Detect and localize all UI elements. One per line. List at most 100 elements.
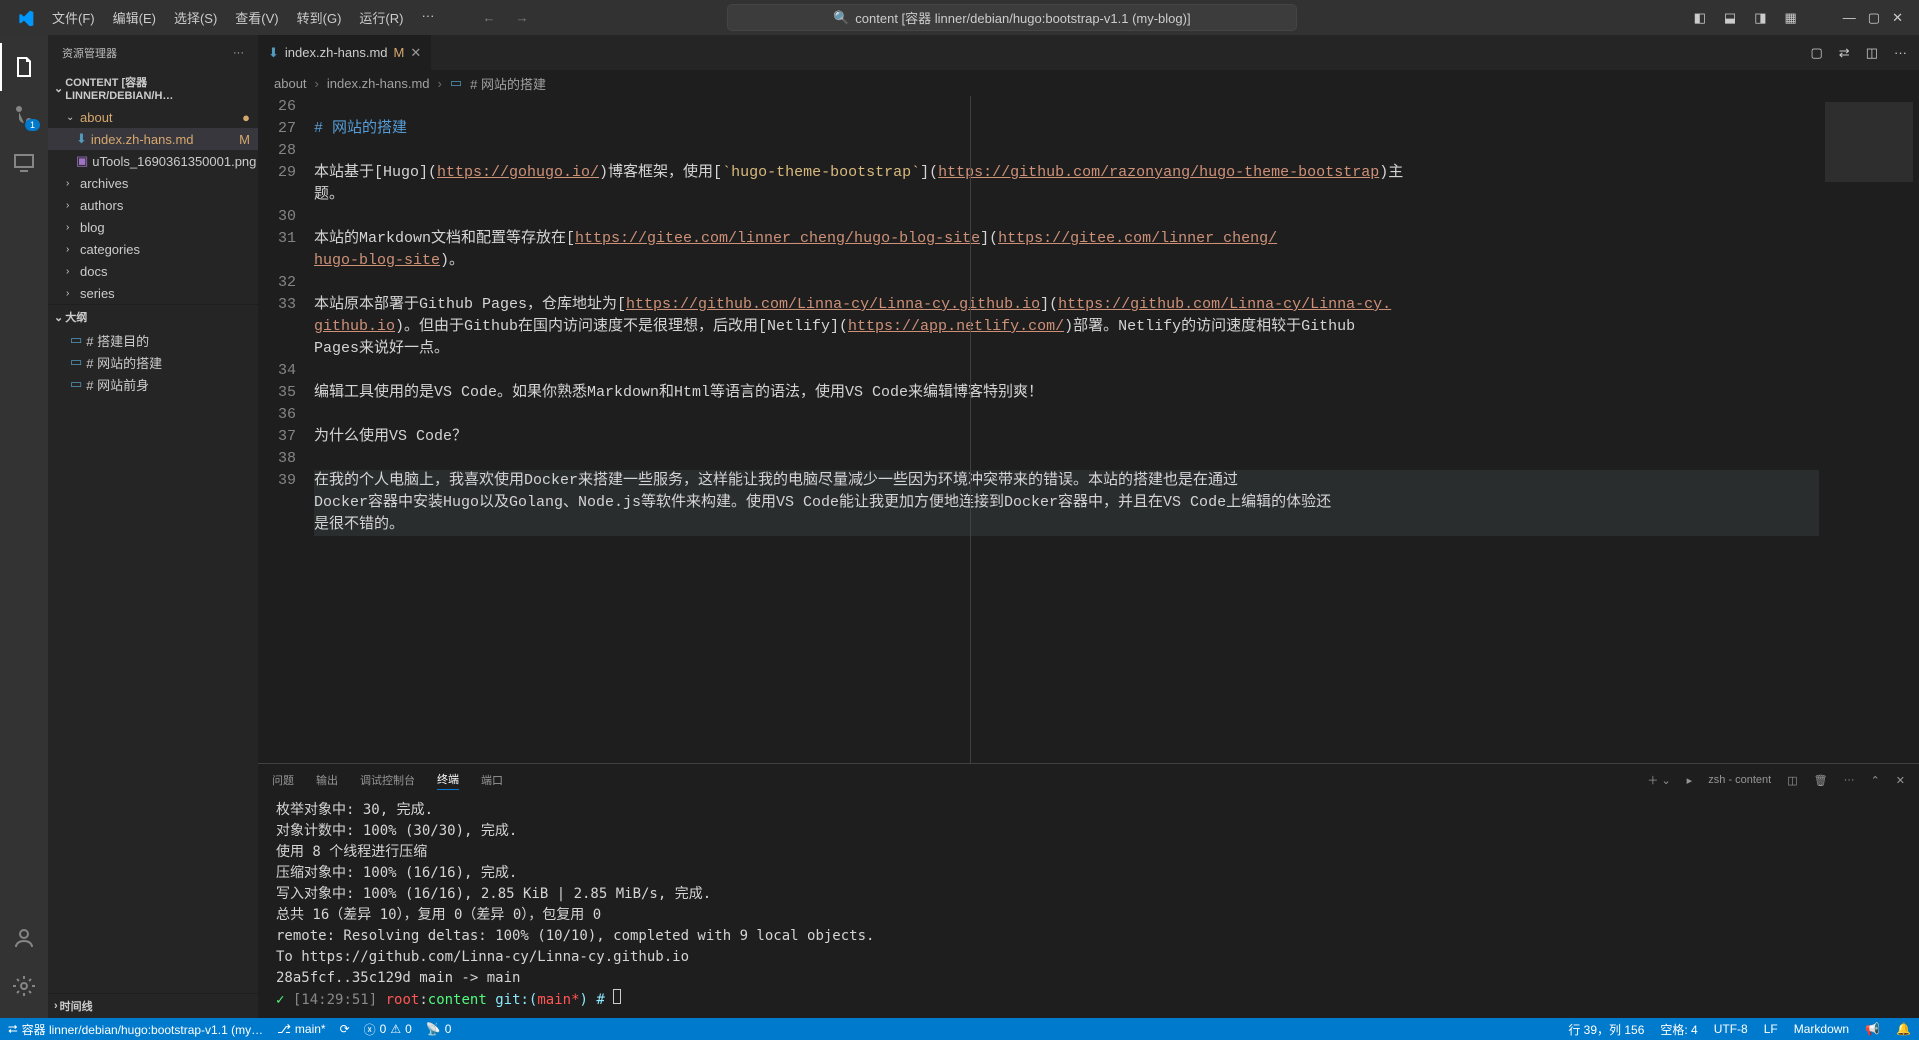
terminal-label[interactable]: zsh - content <box>1708 774 1771 786</box>
file-tree: ⌄ about ● ⬇ index.zh-hans.md M ▣ uTools_… <box>48 106 258 304</box>
project-name: CONTENT [容器 LINNER/DEBIAN/H… <box>65 74 252 102</box>
nav-back-icon[interactable]: ← <box>482 10 495 25</box>
open-preview-icon[interactable]: ▢ <box>1811 45 1823 61</box>
chevron-right-icon: › <box>66 200 76 211</box>
terminal-profile-icon[interactable]: ▸ <box>1687 774 1693 787</box>
folder-label: docs <box>80 264 250 279</box>
menu-run[interactable]: 运行(R) <box>351 4 411 31</box>
folder-about[interactable]: ⌄ about ● <box>48 106 258 128</box>
minimap[interactable] <box>1819 96 1919 763</box>
editor-ruler <box>970 96 971 763</box>
menu-more[interactable]: ··· <box>413 4 442 31</box>
panel-tab-output[interactable]: 输出 <box>316 772 338 788</box>
status-ports[interactable]: 📡0 <box>426 1022 452 1036</box>
file-label: uTools_1690361350001.png <box>92 154 256 169</box>
folder-blog[interactable]: ›blog <box>48 216 258 238</box>
menu-select[interactable]: 选择(S) <box>166 4 225 31</box>
status-branch[interactable]: ⎇main* <box>277 1022 326 1036</box>
heading-icon: ▭ <box>70 332 82 348</box>
status-encoding[interactable]: UTF-8 <box>1714 1021 1748 1038</box>
panel-tab-ports[interactable]: 端口 <box>481 772 503 788</box>
panel-tab-debug[interactable]: 调试控制台 <box>360 772 415 788</box>
window-maximize-icon[interactable]: ▢ <box>1868 10 1880 26</box>
folder-series[interactable]: ›series <box>48 282 258 304</box>
chevron-right-icon: › <box>66 222 76 233</box>
maximize-panel-icon[interactable]: ⌃ <box>1871 774 1880 787</box>
modified-dot-icon: ● <box>242 110 250 125</box>
tab-index-zh-hans[interactable]: ⬇ index.zh-hans.md M ✕ <box>258 35 432 70</box>
tab-close-icon[interactable]: ✕ <box>410 45 421 61</box>
breadcrumb-item[interactable]: about <box>274 76 307 91</box>
more-actions-icon[interactable]: ··· <box>1894 45 1907 60</box>
gutter: 2627282930313233343536373839 <box>258 96 314 763</box>
activity-scm[interactable]: 1 <box>0 91 48 139</box>
status-sync[interactable]: ⟳ <box>340 1022 350 1036</box>
status-feedback-icon[interactable]: 📢 <box>1865 1021 1880 1038</box>
layout-panel-icon[interactable]: ⬓ <box>1724 10 1736 26</box>
file-index-zh-hans[interactable]: ⬇ index.zh-hans.md M <box>48 128 258 150</box>
image-file-icon: ▣ <box>76 153 88 169</box>
outline-item[interactable]: ▭# 网站的搭建 <box>48 351 258 373</box>
menu-view[interactable]: 查看(V) <box>227 4 286 31</box>
search-text: content [容器 linner/debian/hugo:bootstrap… <box>855 8 1190 27</box>
layout-sidebar-left-icon[interactable]: ◧ <box>1694 10 1706 26</box>
timeline-header[interactable]: › 时间线 <box>48 993 258 1018</box>
panel-tab-terminal[interactable]: 终端 <box>437 771 459 790</box>
close-panel-icon[interactable]: ✕ <box>1896 774 1905 787</box>
gear-icon <box>12 974 36 998</box>
status-remote-label: 容器 linner/debian/hugo:bootstrap-v1.1 (my… <box>22 1021 263 1038</box>
status-remote[interactable]: ⮂容器 linner/debian/hugo:bootstrap-v1.1 (m… <box>8 1021 263 1038</box>
code-editor[interactable]: 2627282930313233343536373839 # 网站的搭建本站基于… <box>258 96 1919 763</box>
file-utools-png[interactable]: ▣ uTools_1690361350001.png <box>48 150 258 172</box>
menu-edit[interactable]: 编辑(E) <box>105 4 164 31</box>
menu-goto[interactable]: 转到(G) <box>289 4 350 31</box>
markdown-file-icon: ⬇ <box>76 131 87 147</box>
folder-authors[interactable]: ›authors <box>48 194 258 216</box>
status-lang[interactable]: Markdown <box>1794 1021 1849 1038</box>
command-center[interactable]: 🔍 content [容器 linner/debian/hugo:bootstr… <box>727 4 1297 31</box>
breadcrumb-item[interactable]: index.zh-hans.md <box>327 76 430 91</box>
new-terminal-icon[interactable]: ＋ ⌄ <box>1647 772 1670 788</box>
status-bell-icon[interactable]: 🔔 <box>1896 1021 1911 1038</box>
status-cursor[interactable]: 行 39，列 156 <box>1568 1021 1644 1038</box>
split-terminal-icon[interactable]: ◫ <box>1787 774 1797 787</box>
folder-docs[interactable]: › docs <box>48 260 258 282</box>
error-icon: ⓧ <box>364 1021 376 1038</box>
diff-icon[interactable]: ⇄ <box>1839 45 1850 61</box>
more-terminal-icon[interactable]: ··· <box>1844 774 1855 786</box>
timeline-title: 时间线 <box>60 998 93 1014</box>
outline-item[interactable]: ▭# 搭建目的 <box>48 329 258 351</box>
activity-remote[interactable] <box>0 139 48 187</box>
activity-settings[interactable] <box>0 962 48 1010</box>
folder-label: archives <box>80 176 250 191</box>
titlebar: 文件(F) 编辑(E) 选择(S) 查看(V) 转到(G) 运行(R) ··· … <box>0 0 1919 35</box>
nav-forward-icon[interactable]: → <box>515 10 528 25</box>
terminal[interactable]: 枚举对象中: 30, 完成.对象计数中: 100% (30/30), 完成.使用… <box>258 796 1919 1018</box>
chevron-right-icon: › <box>66 288 76 299</box>
menu-file[interactable]: 文件(F) <box>44 4 103 31</box>
panel-tab-problems[interactable]: 问题 <box>272 772 294 788</box>
code-content[interactable]: # 网站的搭建本站基于[Hugo](https://gohugo.io/)博客框… <box>314 96 1819 763</box>
activity-account[interactable] <box>0 914 48 962</box>
layout-sidebar-right-icon[interactable]: ◨ <box>1754 10 1766 26</box>
outline-header[interactable]: ⌄ 大纲 <box>48 305 258 329</box>
chevron-right-icon: › <box>66 266 76 277</box>
folder-categories[interactable]: ›categories <box>48 238 258 260</box>
window-close-icon[interactable]: ✕ <box>1892 10 1903 26</box>
outline-item[interactable]: ▭# 网站前身 <box>48 373 258 395</box>
breadcrumb-item[interactable]: # 网站的搭建 <box>470 74 546 93</box>
kill-terminal-icon[interactable]: 🗑 <box>1814 774 1828 787</box>
breadcrumbs[interactable]: about › index.zh-hans.md › ▭ # 网站的搭建 <box>258 70 1919 96</box>
project-header[interactable]: ⌄ CONTENT [容器 LINNER/DEBIAN/H… <box>48 70 258 106</box>
status-problems[interactable]: ⓧ0 ⚠0 <box>364 1021 412 1038</box>
status-eol[interactable]: LF <box>1764 1021 1778 1038</box>
sidebar-more-icon[interactable]: ··· <box>233 47 244 59</box>
layout-customize-icon[interactable]: ▦ <box>1784 10 1796 26</box>
activity-explorer[interactable] <box>0 43 48 91</box>
folder-archives[interactable]: ›archives <box>48 172 258 194</box>
status-spaces[interactable]: 空格: 4 <box>1660 1021 1697 1038</box>
folder-label: categories <box>80 242 250 257</box>
split-editor-icon[interactable]: ◫ <box>1866 45 1878 61</box>
outline-label: # 搭建目的 <box>86 331 149 350</box>
window-minimize-icon[interactable]: — <box>1843 10 1856 26</box>
